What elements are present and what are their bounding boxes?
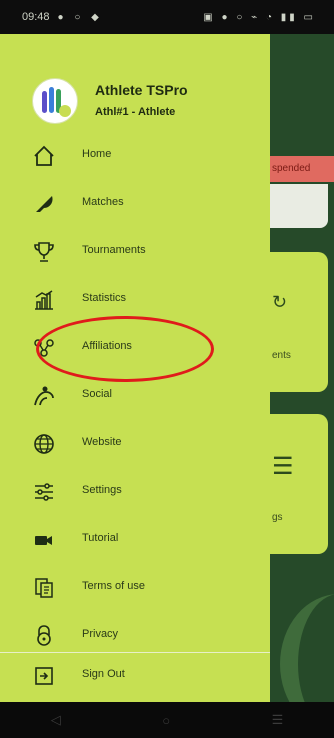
menu-item-label: Matches	[82, 196, 124, 208]
status-time: 09:48	[22, 11, 50, 23]
social-icon	[32, 384, 56, 408]
menu-item-label: Tutorial	[82, 532, 119, 544]
menu-item-label: Affiliations	[82, 340, 132, 352]
menu-item-social[interactable]: Social	[0, 376, 270, 416]
avatar-bar	[42, 91, 47, 113]
document-icon	[32, 576, 56, 600]
menu-item-home[interactable]: Home	[0, 136, 270, 176]
card-icon: ↻	[272, 292, 288, 312]
status-badge: spended	[270, 156, 334, 182]
status-notification-icons: ● ○ ◆	[57, 11, 103, 23]
home-nav-icon[interactable]: ○	[162, 713, 170, 728]
menu-item-matches[interactable]: Matches	[0, 184, 270, 224]
back-icon[interactable]: ◁	[51, 712, 61, 728]
settings-sliders-icon	[32, 480, 56, 504]
profile-role: Athl#1 - Athlete	[95, 106, 176, 118]
menu-item-label: Statistics	[82, 292, 127, 304]
avatar-bar	[49, 87, 54, 113]
profile-header[interactable]: Athlete TSPro Athl#1 - Athlete	[0, 34, 270, 134]
background-card: ↻ ents	[270, 252, 328, 392]
trophy-icon	[32, 240, 56, 264]
menu-item-label: Settings	[82, 484, 122, 496]
recents-icon[interactable]: ☰	[272, 712, 284, 728]
affiliations-icon	[32, 336, 56, 360]
shuttlecock-icon	[32, 192, 56, 216]
menu-item-tournaments[interactable]: Tournaments	[0, 232, 270, 272]
home-icon	[32, 144, 56, 168]
menu-item-statistics[interactable]: Statistics	[0, 280, 270, 320]
menu-item-privacy[interactable]: Privacy	[0, 616, 270, 656]
lock-icon	[32, 624, 56, 648]
menu-item-website[interactable]: Website	[0, 424, 270, 464]
menu-item-terms-of-use[interactable]: Terms of use	[0, 568, 270, 608]
card-label: gs	[272, 512, 283, 523]
sign-out-label: Sign Out	[82, 668, 125, 680]
background-decoration	[280, 594, 334, 702]
avatar	[32, 78, 78, 124]
video-camera-icon	[32, 528, 56, 552]
menu-item-tutorial[interactable]: Tutorial	[0, 520, 270, 560]
menu-item-label: Home	[82, 148, 112, 160]
background-panel	[270, 184, 328, 228]
statistics-icon	[32, 288, 56, 312]
status-bar: 09:48 ● ○ ◆ ▣ ● ○ ⌁ ◔ ▮▮ ▭	[0, 0, 334, 34]
card-label: ents	[272, 350, 291, 361]
menu-item-label: Tournaments	[82, 244, 146, 256]
sign-out-button[interactable]: Sign Out	[0, 654, 270, 700]
menu-item-label: Social	[82, 388, 112, 400]
menu-item-label: Website	[82, 436, 122, 448]
menu-item-affiliations[interactable]: Affiliations	[0, 328, 270, 368]
system-nav-bar: ◁ ○ ☰	[0, 702, 334, 738]
menu-item-label: Privacy	[82, 628, 119, 640]
menu-item-settings[interactable]: Settings	[0, 472, 270, 512]
profile-name: Athlete TSPro	[95, 82, 188, 98]
background-app: spended ↻ ents ☰ gs	[270, 34, 334, 702]
globe-icon	[32, 432, 56, 456]
menu-divider	[0, 652, 270, 653]
sliders-icon: ☰	[272, 453, 294, 480]
navigation-drawer: Athlete TSPro Athl#1 - Athlete Home Matc…	[0, 34, 270, 702]
sign-out-icon	[32, 664, 56, 688]
menu-item-label: Terms of use	[82, 580, 145, 592]
background-card: ☰ gs	[270, 414, 328, 554]
status-system-icons: ▣ ● ○ ⌁ ◔ ▮▮ ▭	[203, 11, 316, 23]
avatar-ball	[59, 105, 71, 117]
